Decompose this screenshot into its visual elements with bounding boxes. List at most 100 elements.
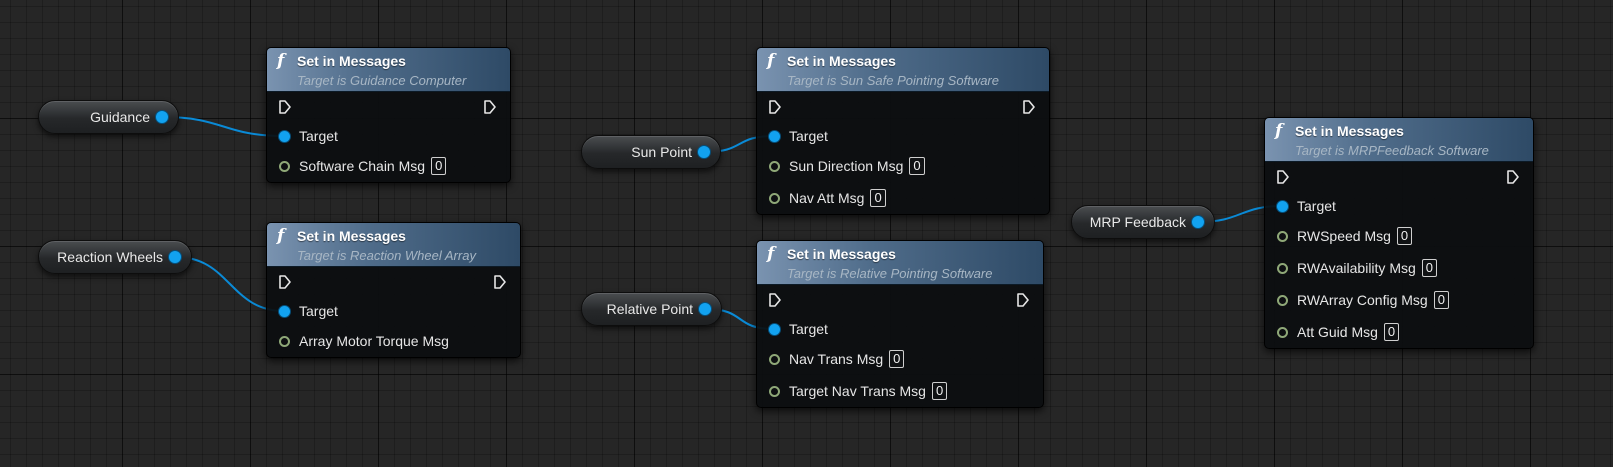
pin-value-field[interactable]: 0 bbox=[889, 350, 905, 368]
message-pin-row: Sun Direction Msg 0 bbox=[757, 150, 1049, 182]
variable-node-guidance[interactable]: Guidance bbox=[38, 100, 179, 134]
pin-label: RWSpeed Msg bbox=[1297, 228, 1391, 244]
function-icon: f bbox=[1275, 121, 1283, 141]
pin-label: Array Motor Torque Msg bbox=[299, 333, 449, 349]
target-pin-row: Target bbox=[267, 122, 510, 150]
target-input-pin[interactable] bbox=[769, 130, 780, 142]
function-icon: f bbox=[277, 51, 285, 71]
function-node-subtitle: Target is Sun Safe Pointing Software bbox=[787, 73, 999, 88]
pin-label: Sun Direction Msg bbox=[789, 158, 904, 174]
exec-in-icon[interactable] bbox=[1277, 170, 1289, 184]
output-pin[interactable] bbox=[698, 146, 710, 158]
exec-row bbox=[757, 285, 1043, 315]
pin-value-field[interactable]: 0 bbox=[870, 189, 886, 207]
variable-node-sun-point[interactable]: Sun Point bbox=[581, 135, 721, 169]
pin-value-field[interactable]: 0 bbox=[1421, 259, 1438, 277]
exec-in-icon[interactable] bbox=[769, 100, 781, 114]
message-input-pin[interactable] bbox=[769, 385, 780, 397]
function-node-subtitle: Target is MRPFeedback Software bbox=[1295, 143, 1489, 158]
pin-value-field[interactable]: 0 bbox=[431, 157, 447, 175]
pin-label: Target Nav Trans Msg bbox=[789, 383, 926, 399]
function-node-mrp-feedback-software[interactable]: f Set in Messages Target is MRPFeedback So… bbox=[1264, 117, 1534, 349]
message-pin-row: Software Chain Msg 0 bbox=[267, 150, 510, 182]
pin-value-field[interactable]: 0 bbox=[1433, 291, 1449, 309]
message-input-pin[interactable] bbox=[1277, 326, 1288, 338]
pin-value-field[interactable]: 0 bbox=[1396, 227, 1413, 245]
pin-value-field[interactable]: 0 bbox=[909, 157, 925, 175]
exec-out-icon[interactable] bbox=[1507, 170, 1519, 184]
pin-label: Software Chain Msg bbox=[299, 158, 426, 174]
exec-in-icon[interactable] bbox=[279, 275, 291, 289]
message-input-pin[interactable] bbox=[279, 160, 290, 172]
exec-out-icon[interactable] bbox=[494, 275, 506, 289]
exec-out-icon[interactable] bbox=[1023, 100, 1035, 114]
variable-node-reaction-wheels[interactable]: Reaction Wheels bbox=[38, 240, 192, 274]
message-pin-row: RWAvailability Msg 0 bbox=[1265, 252, 1533, 284]
variable-node-label: MRP Feedback bbox=[1089, 214, 1186, 230]
pin-label: RWArray Config Msg bbox=[1297, 292, 1428, 308]
pin-label: Target bbox=[1297, 198, 1336, 214]
function-node-relative-pointing[interactable]: f Set in Messages Target is Relative Point… bbox=[756, 240, 1044, 408]
function-node-title: Set in Messages bbox=[1295, 123, 1404, 139]
function-node-title: Set in Messages bbox=[787, 246, 896, 262]
target-pin-row: Target bbox=[1265, 192, 1533, 220]
function-node-header[interactable]: f Set in Messages Target is Relative Point… bbox=[757, 241, 1043, 285]
message-pin-row: RWSpeed Msg 0 bbox=[1265, 220, 1533, 252]
output-pin[interactable] bbox=[1192, 216, 1204, 228]
function-node-subtitle: Target is Reaction Wheel Array bbox=[297, 248, 476, 263]
function-node-guidance-computer[interactable]: f Set in Messages Target is Guidance Compu… bbox=[266, 47, 511, 183]
pin-value-field[interactable]: 0 bbox=[931, 382, 948, 400]
target-pin-row: Target bbox=[757, 122, 1049, 150]
message-pin-row: Nav Att Msg 0 bbox=[757, 182, 1049, 214]
message-input-pin[interactable] bbox=[769, 353, 780, 365]
function-icon: f bbox=[767, 51, 775, 71]
pin-label: Target bbox=[789, 128, 828, 144]
message-pin-row: Target Nav Trans Msg 0 bbox=[757, 375, 1043, 407]
blueprint-graph[interactable]: Guidance Reaction Wheels Sun Point Relative… bbox=[0, 0, 1613, 467]
pin-value-field[interactable]: 0 bbox=[1383, 323, 1400, 341]
output-pin[interactable] bbox=[699, 303, 711, 315]
target-input-pin[interactable] bbox=[1277, 200, 1288, 212]
pin-label: Target bbox=[299, 303, 338, 319]
message-input-pin[interactable] bbox=[1277, 262, 1288, 274]
variable-node-relative-point[interactable]: Relative Point bbox=[581, 292, 722, 326]
exec-row bbox=[1265, 162, 1533, 192]
function-node-header[interactable]: f Set in Messages Target is Reaction Wheel… bbox=[267, 223, 520, 267]
function-node-subtitle: Target is Guidance Computer bbox=[297, 73, 467, 88]
output-pin[interactable] bbox=[169, 251, 181, 263]
variable-node-mrp-feedback[interactable]: MRP Feedback bbox=[1071, 205, 1215, 239]
target-input-pin[interactable] bbox=[769, 323, 780, 335]
pin-label: Target bbox=[789, 321, 828, 337]
variable-node-label: Sun Point bbox=[631, 144, 692, 160]
message-input-pin[interactable] bbox=[769, 160, 780, 172]
function-node-title: Set in Messages bbox=[297, 53, 406, 69]
output-pin[interactable] bbox=[156, 111, 168, 123]
message-pin-row: RWArray Config Msg 0 bbox=[1265, 284, 1533, 316]
exec-in-icon[interactable] bbox=[769, 293, 781, 307]
message-input-pin[interactable] bbox=[1277, 294, 1288, 306]
exec-out-icon[interactable] bbox=[1017, 293, 1029, 307]
pin-label: Nav Trans Msg bbox=[789, 351, 884, 367]
function-node-header[interactable]: f Set in Messages Target is Sun Safe Point… bbox=[757, 48, 1049, 92]
variable-node-label: Guidance bbox=[90, 109, 150, 125]
target-input-pin[interactable] bbox=[279, 305, 290, 317]
message-input-pin[interactable] bbox=[279, 335, 290, 347]
function-icon: f bbox=[277, 226, 285, 246]
function-node-reaction-wheel-array[interactable]: f Set in Messages Target is Reaction Wheel… bbox=[266, 222, 521, 358]
function-icon: f bbox=[767, 244, 775, 264]
target-pin-row: Target bbox=[757, 315, 1043, 343]
pin-label: Att Guid Msg bbox=[1297, 324, 1378, 340]
exec-out-icon[interactable] bbox=[484, 100, 496, 114]
function-node-header[interactable]: f Set in Messages Target is MRPFeedback So… bbox=[1265, 118, 1533, 162]
pin-label: Target bbox=[299, 128, 338, 144]
message-input-pin[interactable] bbox=[769, 192, 780, 204]
message-pin-row: Nav Trans Msg 0 bbox=[757, 343, 1043, 375]
function-node-title: Set in Messages bbox=[297, 228, 406, 244]
target-input-pin[interactable] bbox=[279, 130, 290, 142]
function-node-sun-safe-pointing[interactable]: f Set in Messages Target is Sun Safe Point… bbox=[756, 47, 1050, 215]
pin-label: RWAvailability Msg bbox=[1297, 260, 1416, 276]
message-pin-row: Att Guid Msg 0 bbox=[1265, 316, 1533, 348]
exec-in-icon[interactable] bbox=[279, 100, 291, 114]
function-node-header[interactable]: f Set in Messages Target is Guidance Compu… bbox=[267, 48, 510, 92]
message-input-pin[interactable] bbox=[1277, 230, 1288, 242]
